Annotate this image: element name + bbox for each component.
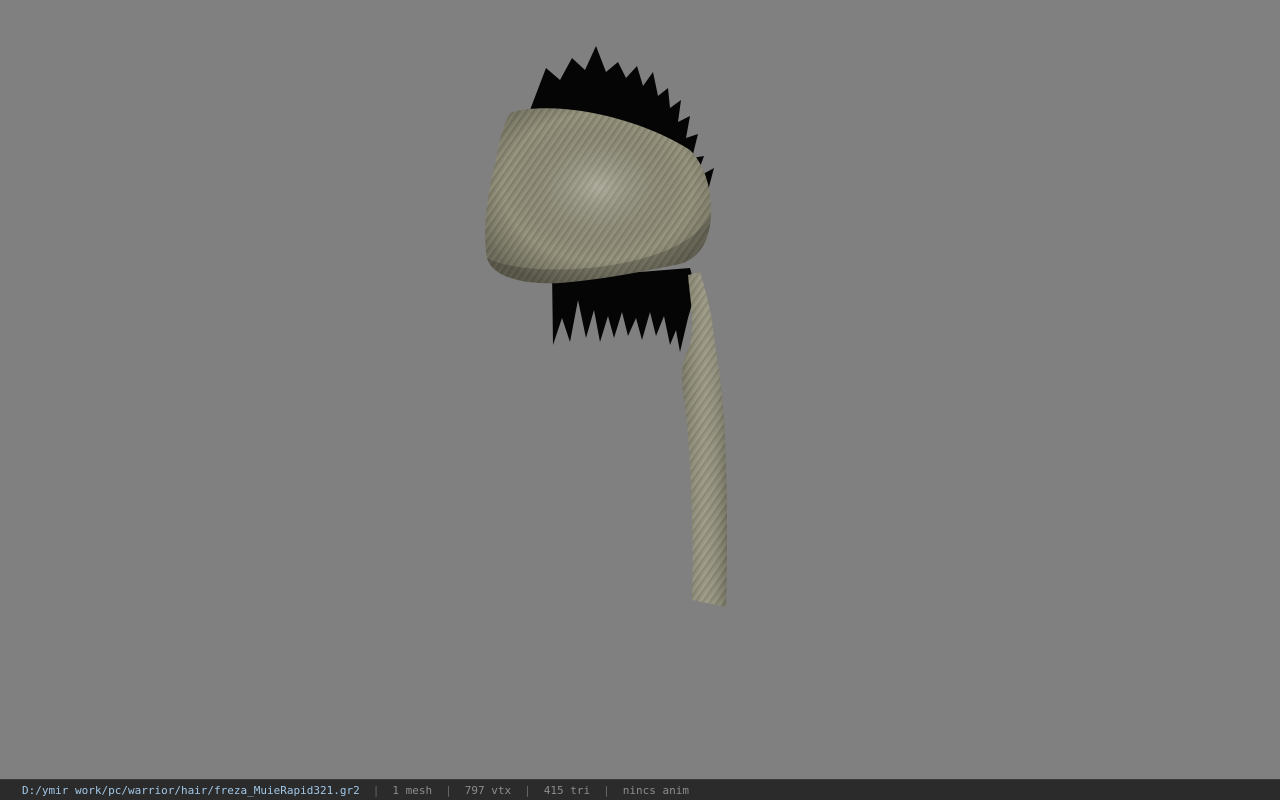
status-separator: | bbox=[445, 783, 452, 797]
status-separator: | bbox=[603, 783, 610, 797]
animation-status-label: nincs anim bbox=[622, 783, 689, 797]
hair-model-render bbox=[485, 46, 728, 607]
file-path-label: D:/ymir work/pc/warrior/hair/freza_MuieR… bbox=[22, 783, 360, 797]
status-separator: | bbox=[372, 783, 380, 797]
3d-viewport[interactable] bbox=[0, 0, 1280, 779]
triangle-count-label: 415 tri bbox=[543, 783, 591, 797]
status-separator: | bbox=[524, 783, 531, 797]
mesh-count-label: 1 mesh bbox=[392, 783, 433, 797]
status-bar: D:/ymir work/pc/warrior/hair/freza_MuieR… bbox=[0, 779, 1280, 800]
vertex-count-label: 797 vtx bbox=[464, 783, 512, 797]
